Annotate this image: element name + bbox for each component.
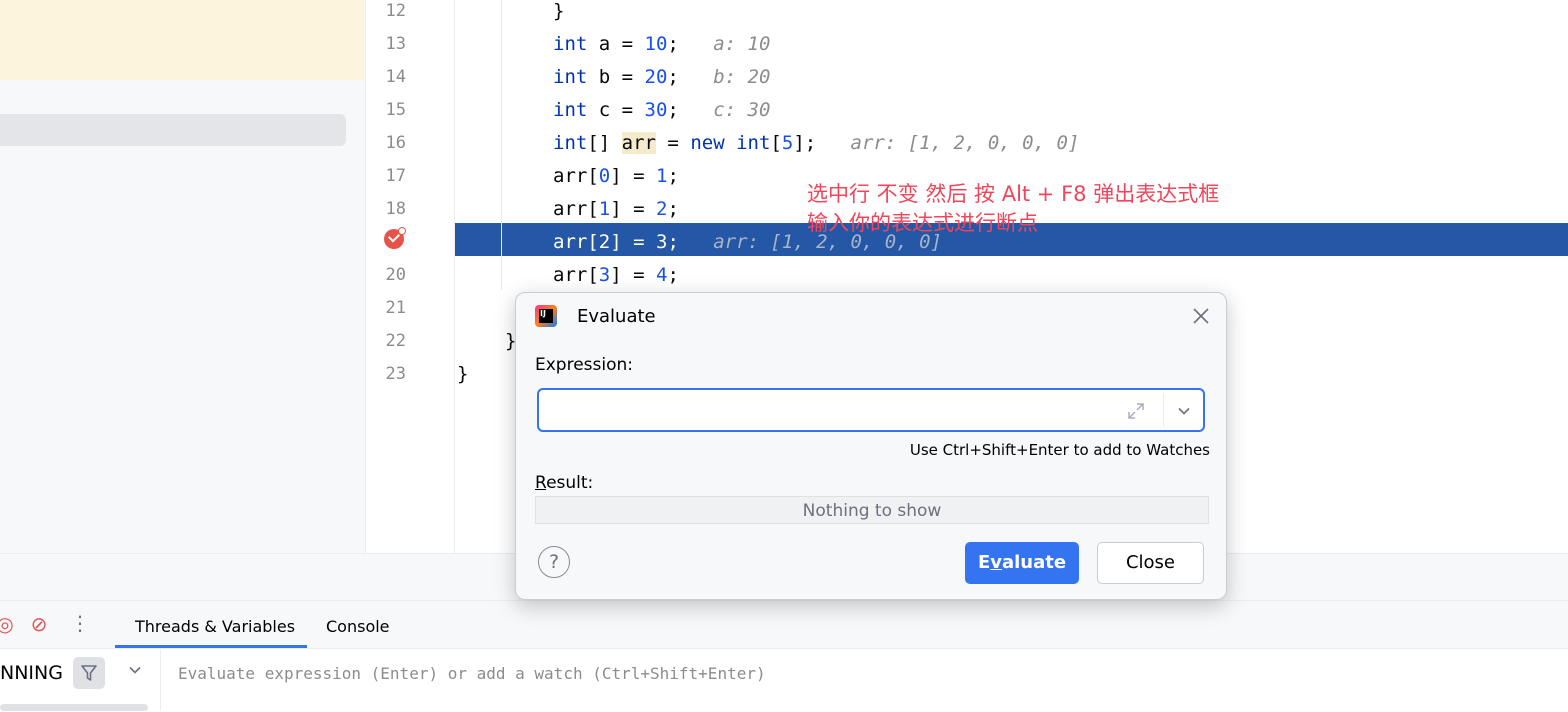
code-line-14: int b = 20; b: 20 bbox=[553, 66, 771, 88]
inline-value-hint: arr: [1, 2, 0, 0, 0] bbox=[850, 132, 1080, 154]
line-number: 21 bbox=[385, 298, 406, 318]
pane-divider[interactable] bbox=[160, 648, 161, 711]
more-options-icon[interactable]: ⋮ bbox=[70, 612, 90, 636]
panel-selected-row[interactable] bbox=[0, 114, 346, 146]
variable-usage-highlight: arr bbox=[621, 132, 656, 154]
line-number: 15 bbox=[385, 100, 406, 120]
history-dropdown-chevron-icon[interactable] bbox=[1171, 399, 1197, 423]
line-number: 14 bbox=[385, 67, 406, 87]
filter-button[interactable] bbox=[73, 657, 105, 689]
filter-icon bbox=[81, 665, 97, 681]
code-line-13: int a = 10; a: 10 bbox=[553, 33, 771, 55]
selected-frame-highlight[interactable] bbox=[0, 0, 364, 80]
view-breakpoints-icon[interactable]: ◎ bbox=[0, 613, 16, 635]
breakpoint-condition-dot bbox=[398, 227, 406, 235]
editor-gutter: 12 13 14 15 16 17 18 20 21 22 23 bbox=[366, 0, 455, 553]
expression-input[interactable] bbox=[537, 388, 1205, 432]
inline-value-hint: c: 30 bbox=[713, 99, 771, 121]
input-divider bbox=[1163, 394, 1164, 427]
result-area: Nothing to show bbox=[535, 496, 1209, 524]
result-label: Result: bbox=[535, 473, 594, 493]
help-button[interactable]: ? bbox=[538, 546, 570, 578]
thread-status: NNING bbox=[0, 662, 63, 684]
line-number: 16 bbox=[385, 133, 406, 153]
frames-scrollbar[interactable] bbox=[0, 704, 148, 711]
code-line-12: } bbox=[553, 0, 565, 22]
code-line-16: int[] arr = new int[5]; arr: [1, 2, 0, 0… bbox=[553, 132, 1080, 154]
inline-value-hint: b: 20 bbox=[713, 66, 771, 88]
evaluate-expression-input[interactable]: Evaluate expression (Enter) or add a wat… bbox=[178, 662, 766, 686]
close-button[interactable]: Close bbox=[1097, 542, 1204, 584]
line-number: 23 bbox=[385, 364, 406, 384]
line-number: 13 bbox=[385, 34, 406, 54]
expand-icon[interactable] bbox=[1125, 400, 1147, 422]
watches-hint: Use Ctrl+Shift+Enter to add to Watches bbox=[909, 441, 1210, 459]
annotation-text: 选中行 不变 然后 按 Alt + F8 弹出表达式框 输入你的表达式进行断点 bbox=[807, 180, 1219, 238]
dialog-title: Evaluate bbox=[577, 306, 656, 327]
tab-console[interactable]: Console bbox=[326, 600, 390, 648]
tab-threads-variables[interactable]: Threads & Variables bbox=[115, 600, 307, 648]
annotation-line-2: 输入你的表达式进行断点 bbox=[807, 211, 1038, 235]
expression-label: Expression: bbox=[535, 355, 634, 375]
breakpoint-icon[interactable] bbox=[384, 227, 406, 249]
chevron-down-icon[interactable] bbox=[128, 663, 142, 677]
line-number: 20 bbox=[385, 265, 406, 285]
inline-value-hint: a: 10 bbox=[713, 33, 771, 55]
intellij-logo-icon: IJ bbox=[535, 305, 557, 327]
line-number: 12 bbox=[385, 1, 406, 21]
annotation-line-1: 选中行 不变 然后 按 Alt + F8 弹出表达式框 bbox=[807, 182, 1220, 206]
project-panel bbox=[0, 0, 366, 553]
mute-breakpoints-icon[interactable]: ⊘ bbox=[28, 613, 50, 635]
evaluate-dialog: IJ Evaluate Expression: Use Ctrl+Shift+E… bbox=[515, 292, 1227, 600]
line-number: 17 bbox=[385, 166, 406, 186]
close-icon[interactable] bbox=[1188, 303, 1214, 329]
evaluate-button[interactable]: Evaluate bbox=[965, 542, 1079, 584]
line-number: 22 bbox=[385, 331, 406, 351]
line-number: 18 bbox=[385, 199, 406, 219]
code-line-15: int c = 30; c: 30 bbox=[553, 99, 771, 121]
